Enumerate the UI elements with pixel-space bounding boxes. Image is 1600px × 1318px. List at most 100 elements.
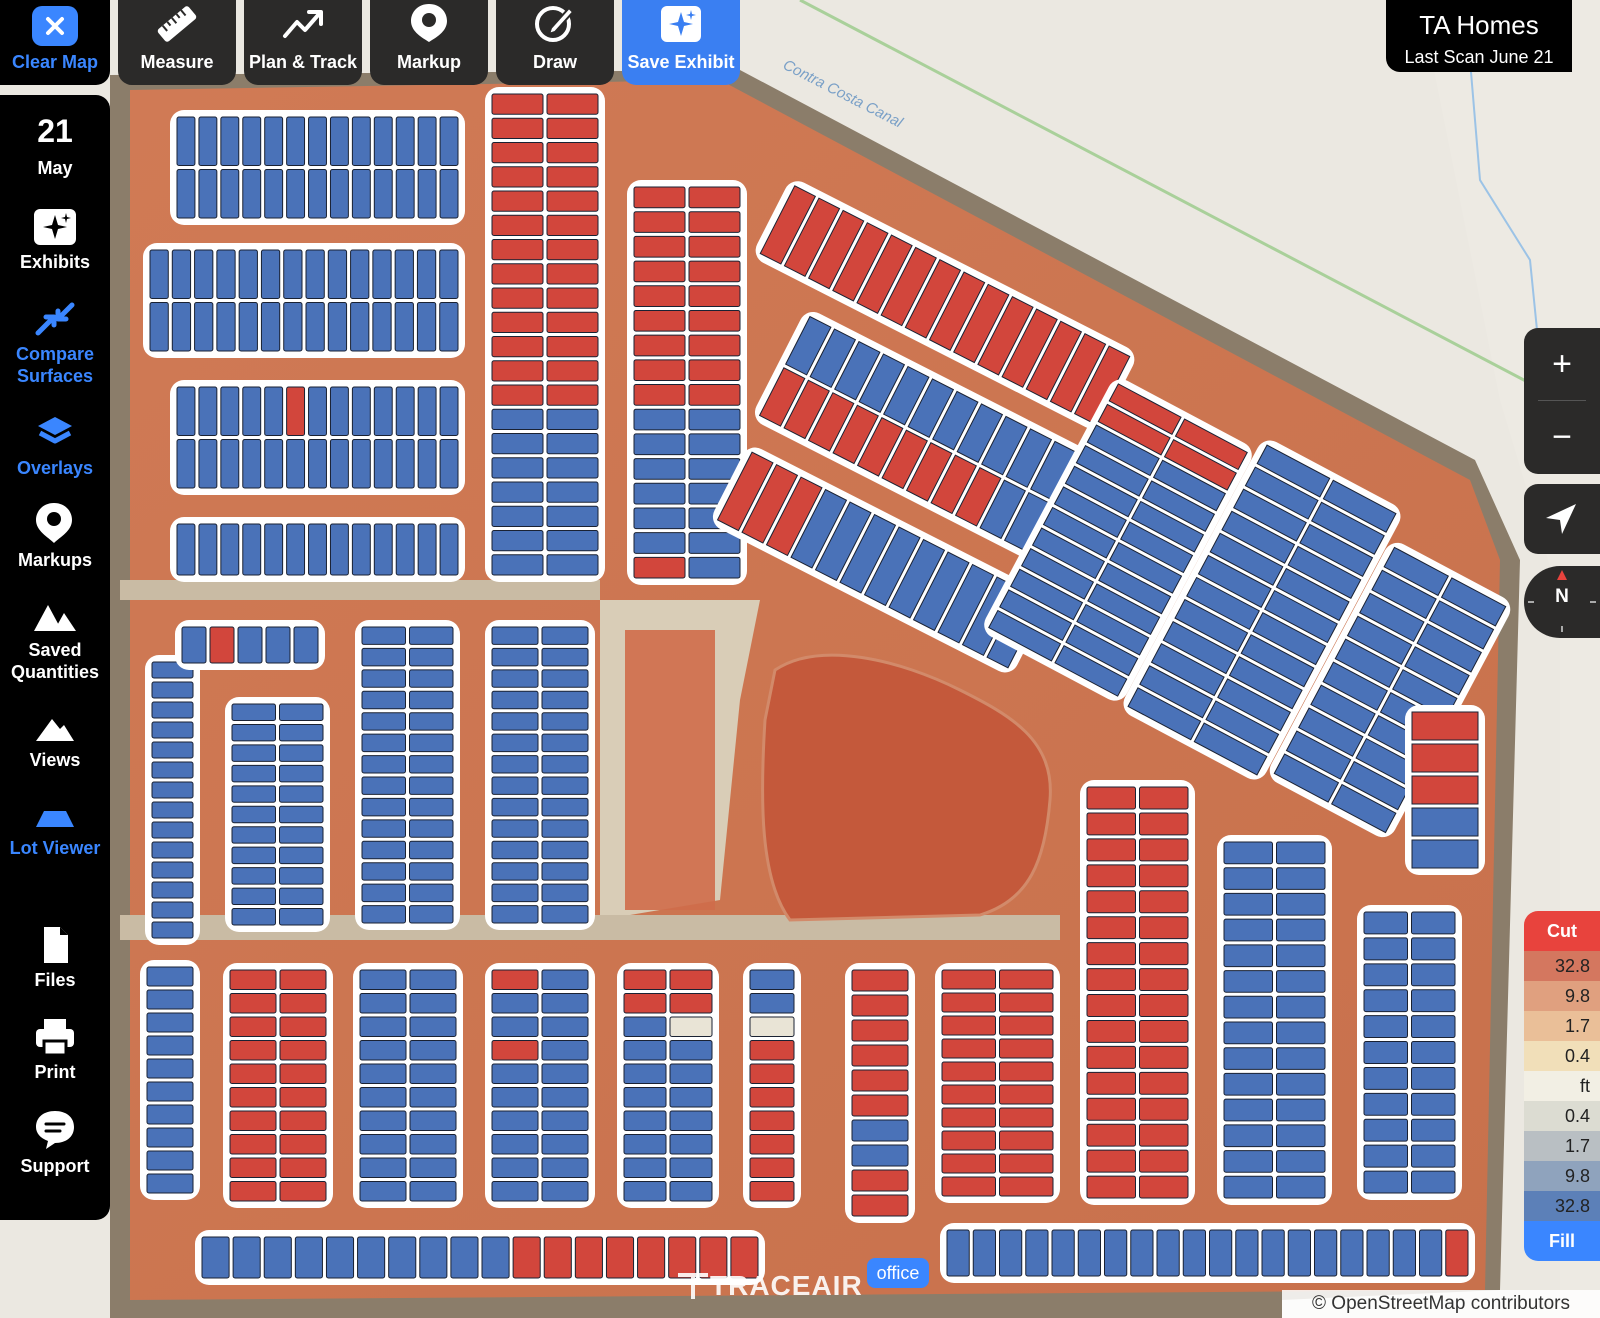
lot[interactable] xyxy=(491,408,544,430)
lot[interactable] xyxy=(541,626,589,645)
lot[interactable] xyxy=(417,386,437,436)
lot[interactable] xyxy=(351,386,371,436)
lot[interactable] xyxy=(198,523,218,576)
lot[interactable] xyxy=(417,439,437,489)
lot[interactable] xyxy=(491,554,544,576)
zoom-in-button[interactable]: + xyxy=(1524,328,1600,401)
lot[interactable] xyxy=(541,797,589,817)
lot[interactable] xyxy=(946,1229,970,1277)
lot[interactable] xyxy=(1276,970,1326,993)
lot[interactable] xyxy=(491,457,544,479)
lot[interactable] xyxy=(146,1081,194,1102)
lot[interactable] xyxy=(329,169,349,219)
lot[interactable] xyxy=(373,169,393,219)
lot[interactable] xyxy=(1077,1229,1101,1277)
lot[interactable] xyxy=(999,1176,1054,1197)
lot[interactable] xyxy=(439,523,459,576)
lot[interactable] xyxy=(350,249,370,299)
lot[interactable] xyxy=(1276,1124,1326,1148)
lot[interactable] xyxy=(231,723,276,742)
office-marker[interactable]: office xyxy=(867,1258,929,1288)
lot[interactable] xyxy=(1411,711,1479,741)
lot[interactable] xyxy=(1276,944,1326,968)
lot[interactable] xyxy=(1086,1097,1136,1121)
lot[interactable] xyxy=(388,1236,417,1279)
lot[interactable] xyxy=(633,482,686,505)
lot[interactable] xyxy=(669,1063,713,1084)
lot[interactable] xyxy=(1276,1047,1326,1070)
lot[interactable] xyxy=(264,386,284,436)
sidebar-item-saved-quantities[interactable]: Saved Quantities xyxy=(0,599,110,683)
lot[interactable] xyxy=(999,1229,1023,1277)
lot[interactable] xyxy=(359,1181,407,1202)
compass-button[interactable]: N xyxy=(1524,566,1600,638)
lot[interactable] xyxy=(181,626,207,664)
lot[interactable] xyxy=(999,1153,1054,1174)
lot[interactable] xyxy=(359,969,407,990)
lot[interactable] xyxy=(1411,963,1456,987)
lot[interactable] xyxy=(359,1134,407,1155)
lot[interactable] xyxy=(151,861,194,879)
lot[interactable] xyxy=(491,336,544,358)
lot[interactable] xyxy=(1363,911,1408,935)
lot[interactable] xyxy=(546,384,599,406)
lot[interactable] xyxy=(305,302,325,352)
lot[interactable] xyxy=(286,386,306,436)
lot[interactable] xyxy=(264,439,284,489)
lot[interactable] xyxy=(688,556,741,579)
lot[interactable] xyxy=(395,169,415,219)
lot[interactable] xyxy=(623,1134,667,1155)
lot[interactable] xyxy=(286,523,306,576)
lot[interactable] xyxy=(194,302,214,352)
lot[interactable] xyxy=(546,93,599,115)
lot[interactable] xyxy=(491,776,539,795)
lot[interactable] xyxy=(419,1236,448,1279)
lot[interactable] xyxy=(491,669,539,688)
lot[interactable] xyxy=(294,1236,323,1279)
lot[interactable] xyxy=(279,969,327,990)
lot[interactable] xyxy=(373,439,393,489)
lot[interactable] xyxy=(450,1236,479,1279)
lot[interactable] xyxy=(242,386,262,436)
lot[interactable] xyxy=(409,1181,457,1202)
lot[interactable] xyxy=(1086,838,1136,862)
lot[interactable] xyxy=(1363,963,1408,987)
lot[interactable] xyxy=(351,169,371,219)
lot[interactable] xyxy=(688,235,741,258)
lot[interactable] xyxy=(541,733,589,753)
sidebar-item-support[interactable]: Support xyxy=(0,1107,110,1177)
lot[interactable] xyxy=(541,1157,589,1178)
lot[interactable] xyxy=(688,433,741,456)
lot[interactable] xyxy=(350,302,370,352)
lot[interactable] xyxy=(491,93,544,115)
lot[interactable] xyxy=(605,1236,635,1279)
lot[interactable] xyxy=(279,867,324,885)
lot[interactable] xyxy=(439,302,459,352)
lot[interactable] xyxy=(633,309,686,332)
lot[interactable] xyxy=(409,669,454,688)
lot[interactable] xyxy=(242,439,262,489)
lot[interactable] xyxy=(491,797,539,817)
lot[interactable] xyxy=(395,386,415,436)
lot[interactable] xyxy=(1363,1041,1408,1064)
lot[interactable] xyxy=(361,797,406,817)
lot[interactable] xyxy=(541,1040,589,1061)
lot[interactable] xyxy=(669,1040,713,1061)
lot[interactable] xyxy=(1139,838,1189,862)
lot[interactable] xyxy=(541,1016,589,1037)
lot[interactable] xyxy=(283,249,303,299)
lot[interactable] xyxy=(229,1063,277,1084)
lot[interactable] xyxy=(491,993,539,1014)
lot[interactable] xyxy=(1139,916,1189,940)
lot[interactable] xyxy=(1411,743,1479,773)
lot[interactable] xyxy=(546,554,599,576)
lot[interactable] xyxy=(1276,918,1326,942)
lot[interactable] xyxy=(416,249,437,299)
lot[interactable] xyxy=(279,1063,327,1084)
lot[interactable] xyxy=(231,826,276,844)
lot[interactable] xyxy=(1139,1071,1189,1095)
lot[interactable] xyxy=(491,712,539,731)
lot[interactable] xyxy=(574,1236,603,1279)
lot[interactable] xyxy=(201,1236,230,1279)
lot[interactable] xyxy=(688,334,741,357)
